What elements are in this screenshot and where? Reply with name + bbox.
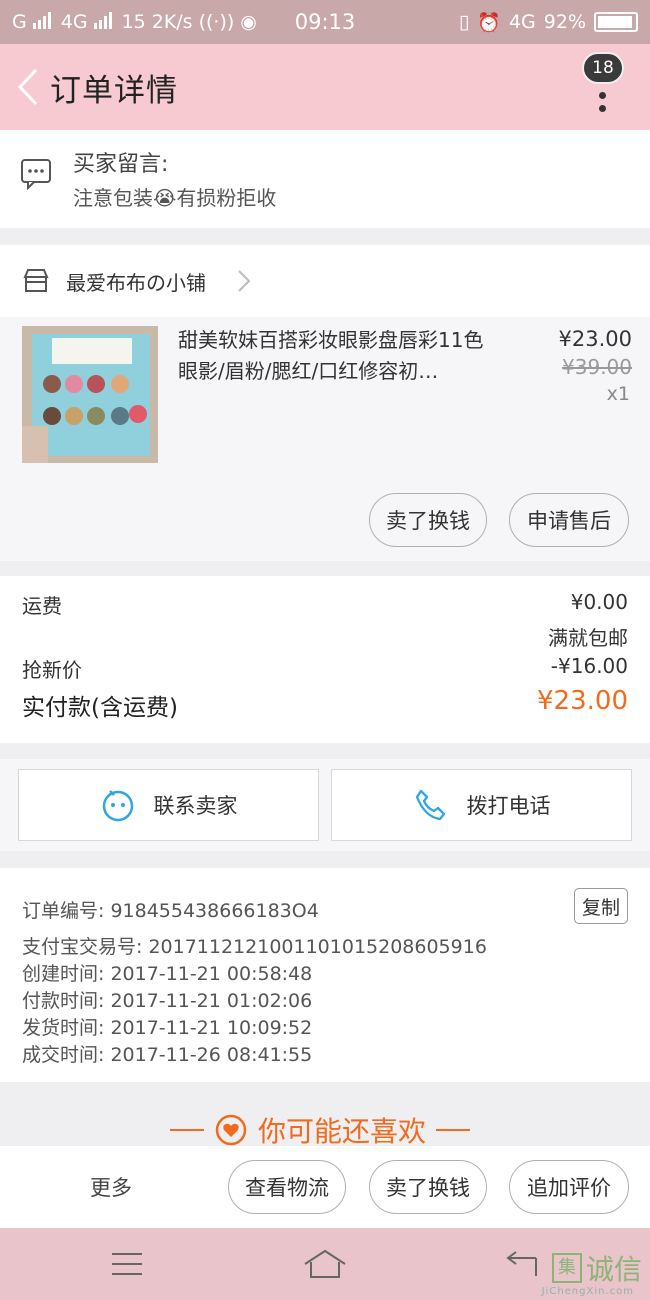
sell-again-button[interactable]: 卖了换钱 [369,1160,487,1214]
more-dots-icon [599,92,607,118]
buyer-message-label: 买家留言: [73,152,169,177]
nav-bar: 订单详情 18 [0,44,650,130]
product-card[interactable]: 甜美软妹百搭彩妆眼影盘唇彩11色 眼影/眉粉/腮红/口红修容初… ¥23.00 … [0,317,650,561]
back-nav-icon[interactable] [506,1250,540,1278]
speed-unit: 2K/s [151,11,193,33]
shipping-label: 运费 [22,594,62,618]
sell-button[interactable]: 卖了换钱 [369,493,487,547]
discount-value: -¥16.00 [550,654,628,678]
created-time: 创建时间: 2017-11-21 00:58:48 [22,963,313,985]
page-title: 订单详情 [50,72,178,109]
menu-icon[interactable] [110,1250,144,1278]
more-button[interactable]: 更多 [90,1172,132,1202]
after-sale-button[interactable]: 申请售后 [509,493,629,547]
hotspot-icon: ((·)) [198,11,235,33]
product-quantity: x1 [606,383,630,405]
system-nav-bar: 集 诚信 JiChengXin.com [0,1228,650,1300]
battery-percent: 92% [543,11,586,33]
back-button[interactable] [6,44,50,130]
order-info-section: 订单编号: 918455438666183O4 复制 支付宝交易号: 20171… [0,868,650,1082]
home-icon[interactable] [302,1248,348,1280]
network-right: 4G [508,11,536,33]
product-price: ¥23.00 [558,327,632,351]
paid-time: 付款时间: 2017-11-21 01:02:06 [22,990,313,1012]
shipping-note: 满就包邮 [548,626,628,650]
speed-value: 15 [121,11,146,33]
completed-time: 成交时间: 2017-11-26 08:41:55 [22,1044,313,1066]
divider-right [436,1129,471,1131]
weibo-icon: ◉ [240,11,257,33]
fees-section: 运费 ¥0.00 满就包邮 抢新价 -¥16.00 实付款(含运费) ¥23.0… [0,576,650,743]
product-original-price: ¥39.00 [562,355,632,379]
watermark-url: JiChengXin.com [541,1286,634,1297]
notification-badge: 18 [582,52,624,84]
alipay-number: 支付宝交易号: 2017112121001101015208605916 [22,936,487,958]
recommend-header: 你可能还喜欢 [0,1082,650,1148]
status-bar: G 4G 15 2K/s ((·)) ◉ 09:13 ▯ ⏰ 4G 92% [0,0,650,44]
discount-label: 抢新价 [22,658,82,682]
shop-icon [22,267,50,299]
buyer-message-text: 注意包装😭有损粉拒收 [73,186,277,210]
message-icon [20,158,52,194]
shipping-value: ¥0.00 [570,590,628,614]
contact-seller-button[interactable]: 联系卖家 [18,769,319,841]
call-phone-button[interactable]: 拨打电话 [331,769,632,841]
more-menu-button[interactable]: 18 [582,52,624,122]
buyer-message-section: 买家留言: 注意包装😭有损粉拒收 [0,130,650,228]
battery-icon [594,12,638,32]
total-value: ¥23.00 [537,686,628,716]
bottom-action-bar: 更多 查看物流 卖了换钱 追加评价 [0,1146,650,1228]
shipped-time: 发货时间: 2017-11-21 10:09:52 [22,1017,313,1039]
alarm-icon: ⏰ [477,11,501,34]
recommend-title: 你可能还喜欢 [258,1115,427,1148]
total-label: 实付款(含运费) [22,695,178,721]
view-logistics-button[interactable]: 查看物流 [228,1160,346,1214]
signal-icon [32,11,55,34]
add-review-button[interactable]: 追加评价 [509,1160,629,1214]
chevron-right-icon [236,269,252,297]
heart-circle-icon [215,1114,247,1146]
chevron-left-icon [17,68,38,106]
chat-face-icon [102,790,133,822]
contact-section: 联系卖家 拨打电话 [0,759,650,851]
shop-name: 最爱布布の小铺 [66,271,206,295]
product-title[interactable]: 甜美软妹百搭彩妆眼影盘唇彩11色 眼影/眉粉/腮红/口红修容初… [178,325,496,387]
shop-header[interactable]: 最爱布布の小铺 [0,245,650,317]
product-image[interactable] [22,326,158,463]
signal-icon-2 [93,11,116,34]
order-number: 订单编号: 918455438666183O4 [22,900,319,922]
vibrate-icon: ▯ [458,11,470,33]
network-type: 4G [60,11,88,33]
call-phone-label: 拨打电话 [466,794,551,818]
watermark-logo: 集 诚信 JiChengXin.com [542,1248,642,1297]
watermark-text: 诚信 [585,1253,642,1286]
network-label: G [12,11,27,33]
phone-icon [415,789,445,821]
copy-button[interactable]: 复制 [574,888,628,924]
divider-left [170,1129,204,1131]
contact-seller-label: 联系卖家 [153,794,238,818]
